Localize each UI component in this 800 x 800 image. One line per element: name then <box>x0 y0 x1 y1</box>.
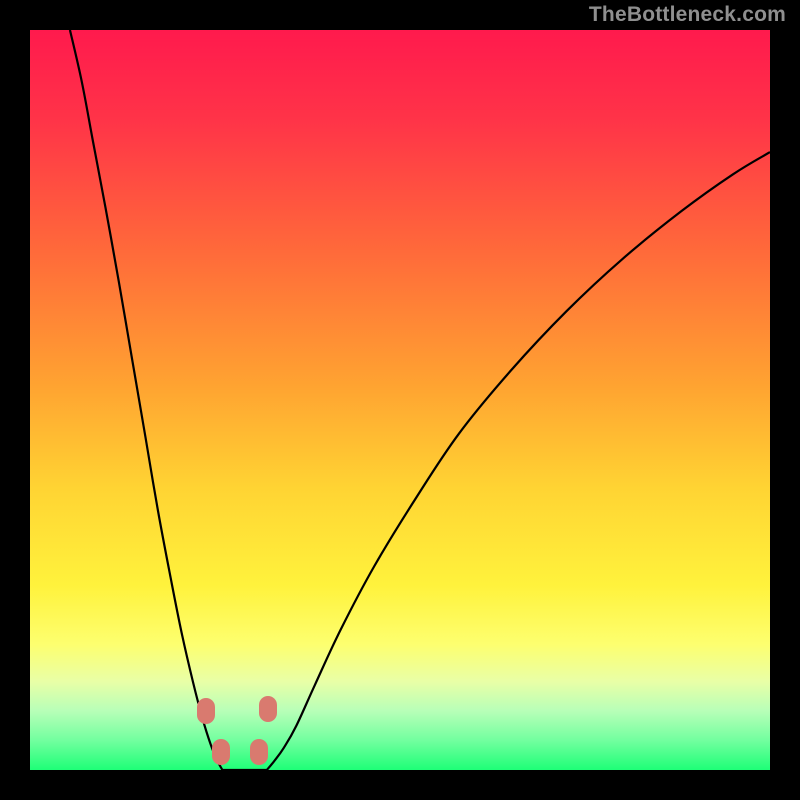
curve-marker <box>259 696 277 722</box>
background-gradient <box>30 30 770 770</box>
curve-marker <box>197 698 215 724</box>
outer-frame: TheBottleneck.com <box>0 0 800 800</box>
plot-area <box>30 30 770 770</box>
watermark-text: TheBottleneck.com <box>589 3 786 27</box>
curve-marker <box>212 739 230 765</box>
curve-marker <box>250 739 268 765</box>
